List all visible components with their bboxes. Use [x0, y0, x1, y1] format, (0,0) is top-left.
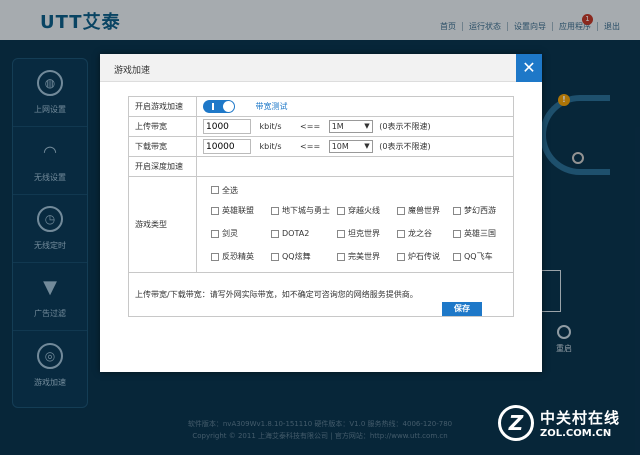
game-checkbox[interactable]: QQ飞车 — [453, 251, 513, 262]
game-checkbox[interactable]: 英雄联盟 — [211, 205, 271, 216]
upload-select[interactable]: 1M ▼ — [328, 120, 373, 133]
download-label: 下载带宽 — [128, 136, 197, 157]
game-checkbox[interactable]: 完美世界 — [337, 251, 397, 262]
upload-arrow: <== — [300, 122, 321, 131]
download-arrow: <== — [300, 142, 321, 151]
game-checkbox[interactable]: 剑灵 — [211, 228, 271, 239]
download-hint: (0表示不限速) — [379, 142, 431, 151]
enable-toggle[interactable] — [203, 100, 235, 113]
dialog-title: 游戏加速 — [114, 66, 151, 76]
select-all-checkbox[interactable]: 全选 — [211, 185, 271, 196]
close-icon[interactable]: ✕ — [516, 54, 542, 82]
game-list: 全选 英雄联盟 地下城与勇士 穿越火线 魔兽世界 梦幻西游 剑灵 DOTA2 坦… — [196, 176, 514, 273]
game-checkbox[interactable]: 反恐精英 — [211, 251, 271, 262]
save-button[interactable]: 保存 — [442, 302, 482, 316]
download-input[interactable] — [203, 139, 251, 154]
game-checkbox[interactable]: 魔兽世界 — [397, 205, 453, 216]
zol-logo-icon: Z — [498, 405, 534, 441]
game-checkbox[interactable]: 地下城与勇士 — [271, 205, 337, 216]
game-checkbox[interactable]: 坦克世界 — [337, 228, 397, 239]
upload-input[interactable] — [203, 119, 251, 134]
game-checkbox[interactable]: QQ炫舞 — [271, 251, 337, 262]
upload-label: 上传带宽 — [128, 116, 197, 137]
watermark-main: 中关村在线 — [540, 409, 621, 427]
upload-hint: (0表示不限速) — [379, 122, 431, 131]
bandwidth-test-link[interactable]: 带宽测试 — [256, 102, 288, 111]
chevron-down-icon: ▼ — [364, 142, 370, 150]
game-checkbox[interactable]: DOTA2 — [271, 229, 337, 238]
game-accel-dialog: 游戏加速 ✕ 开启游戏加速 带宽测试 上传带宽 kbit/s <== 1M▼ (… — [100, 54, 542, 372]
dialog-header: 游戏加速 ✕ — [100, 54, 542, 82]
game-checkbox[interactable]: 英雄三国 — [453, 228, 513, 239]
upload-unit: kbit/s — [259, 122, 282, 131]
game-checkbox[interactable]: 梦幻西游 — [453, 205, 513, 216]
chevron-down-icon: ▼ — [364, 122, 370, 130]
settings-table: 开启游戏加速 带宽测试 上传带宽 kbit/s <== 1M▼ (0表示不限速)… — [128, 96, 514, 317]
game-checkbox[interactable]: 穿越火线 — [337, 205, 397, 216]
zol-watermark: Z 中关村在线 ZOL.COM.CN — [498, 405, 620, 441]
deep-accel-link[interactable]: 开启深度加速 — [128, 156, 197, 177]
download-select[interactable]: 10M ▼ — [328, 140, 373, 153]
game-checkbox[interactable]: 龙之谷 — [397, 228, 453, 239]
watermark-sub: ZOL.COM.CN — [540, 428, 612, 439]
game-checkbox[interactable]: 炉石传说 — [397, 251, 453, 262]
download-unit: kbit/s — [259, 142, 282, 151]
enable-label: 开启游戏加速 — [128, 96, 197, 117]
game-type-label: 游戏类型 — [128, 176, 197, 273]
